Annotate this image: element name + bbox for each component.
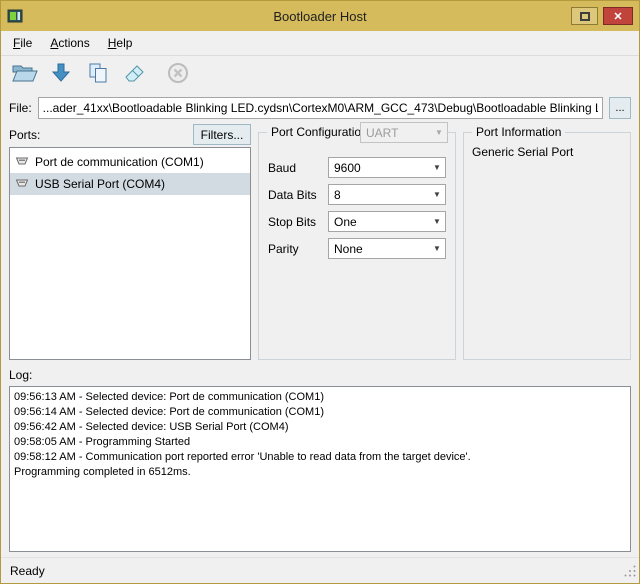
ports-label: Ports: — [9, 128, 40, 142]
log-line: Programming completed in 6512ms. — [14, 465, 626, 480]
file-label: File: — [9, 101, 32, 115]
data-bits-row: Data Bits 8 ▼ — [268, 184, 446, 205]
port-configuration-title: Port Configuration — [267, 125, 372, 139]
baud-label: Baud — [268, 161, 328, 175]
log-line: 09:58:12 AM - Communication port reporte… — [14, 450, 626, 465]
status-bar: Ready — [1, 557, 639, 583]
port-information-title: Port Information — [472, 125, 565, 139]
resize-grip-icon[interactable] — [624, 565, 637, 581]
chevron-down-icon: ▼ — [431, 123, 447, 142]
menu-help[interactable]: Help — [99, 32, 142, 54]
bootloader-host-window: Bootloader Host ✕ File Actions Help — [0, 0, 640, 584]
parity-value: None — [329, 239, 429, 258]
abort-stop-icon — [166, 61, 190, 90]
port-list-item[interactable]: USB Serial Port (COM4) — [10, 173, 250, 195]
file-path-input[interactable] — [38, 97, 603, 119]
close-icon: ✕ — [613, 10, 622, 23]
data-bits-select[interactable]: 8 ▼ — [328, 184, 446, 205]
chevron-down-icon: ▼ — [429, 212, 445, 231]
serial-port-icon — [15, 177, 29, 192]
port-item-label: USB Serial Port (COM4) — [35, 177, 165, 191]
stop-bits-select[interactable]: One ▼ — [328, 211, 446, 232]
erase-button[interactable] — [120, 60, 150, 90]
stop-bits-row: Stop Bits One ▼ — [268, 211, 446, 232]
data-bits-value: 8 — [329, 185, 429, 204]
app-icon — [7, 8, 23, 24]
minimize-button[interactable] — [571, 7, 598, 25]
abort-button — [163, 60, 193, 90]
serial-port-icon — [15, 155, 29, 170]
port-configuration-group: Port Configuration UART ▼ Baud 9600 ▼ Da… — [258, 132, 456, 360]
baud-select[interactable]: 9600 ▼ — [328, 157, 446, 178]
port-list-item[interactable]: Port de communication (COM1) — [10, 151, 250, 173]
stop-bits-value: One — [329, 212, 429, 231]
toolbar — [1, 56, 639, 94]
ports-list: Port de communication (COM1) USB Serial … — [9, 147, 251, 360]
window-title: Bootloader Host — [1, 9, 639, 24]
verify-copy-icon — [87, 62, 109, 89]
minimize-icon — [580, 12, 590, 21]
chevron-down-icon: ▼ — [429, 158, 445, 177]
title-bar: Bootloader Host ✕ — [1, 1, 639, 31]
filters-button[interactable]: Filters... — [193, 124, 251, 145]
close-button[interactable]: ✕ — [603, 7, 633, 25]
port-information-group: Port Information Generic Serial Port — [463, 132, 631, 360]
middle-section: Ports: Filters... Port de communication … — [1, 122, 639, 360]
ports-panel: Ports: Filters... Port de communication … — [9, 122, 251, 360]
file-row: File: ... — [1, 94, 639, 122]
open-file-folder-icon — [11, 62, 38, 89]
data-bits-label: Data Bits — [268, 188, 328, 202]
menu-file[interactable]: File — [4, 32, 41, 54]
port-item-label: Port de communication (COM1) — [35, 155, 204, 169]
baud-value: 9600 — [329, 158, 429, 177]
browse-button[interactable]: ... — [609, 97, 631, 119]
open-file-button[interactable] — [9, 60, 39, 90]
verify-button[interactable] — [83, 60, 113, 90]
stop-bits-label: Stop Bits — [268, 215, 328, 229]
program-download-icon — [50, 62, 72, 89]
parity-select[interactable]: None ▼ — [328, 238, 446, 259]
baud-row: Baud 9600 ▼ — [268, 157, 446, 178]
log-output[interactable]: 09:56:13 AM - Selected device: Port de c… — [9, 386, 631, 552]
status-text: Ready — [10, 564, 45, 578]
protocol-value: UART — [361, 123, 431, 142]
menu-actions[interactable]: Actions — [41, 32, 98, 54]
log-line: 09:56:42 AM - Selected device: USB Seria… — [14, 420, 626, 435]
log-line: 09:58:05 AM - Programming Started — [14, 435, 626, 450]
log-line: 09:56:14 AM - Selected device: Port de c… — [14, 405, 626, 420]
parity-label: Parity — [268, 242, 328, 256]
program-button[interactable] — [46, 60, 76, 90]
menu-bar: File Actions Help — [1, 31, 639, 56]
log-line: 09:56:13 AM - Selected device: Port de c… — [14, 390, 626, 405]
erase-icon — [123, 61, 147, 90]
chevron-down-icon: ▼ — [429, 185, 445, 204]
parity-row: Parity None ▼ — [268, 238, 446, 259]
protocol-select: UART ▼ — [360, 122, 448, 143]
log-label: Log: — [9, 368, 32, 382]
chevron-down-icon: ▼ — [429, 239, 445, 258]
